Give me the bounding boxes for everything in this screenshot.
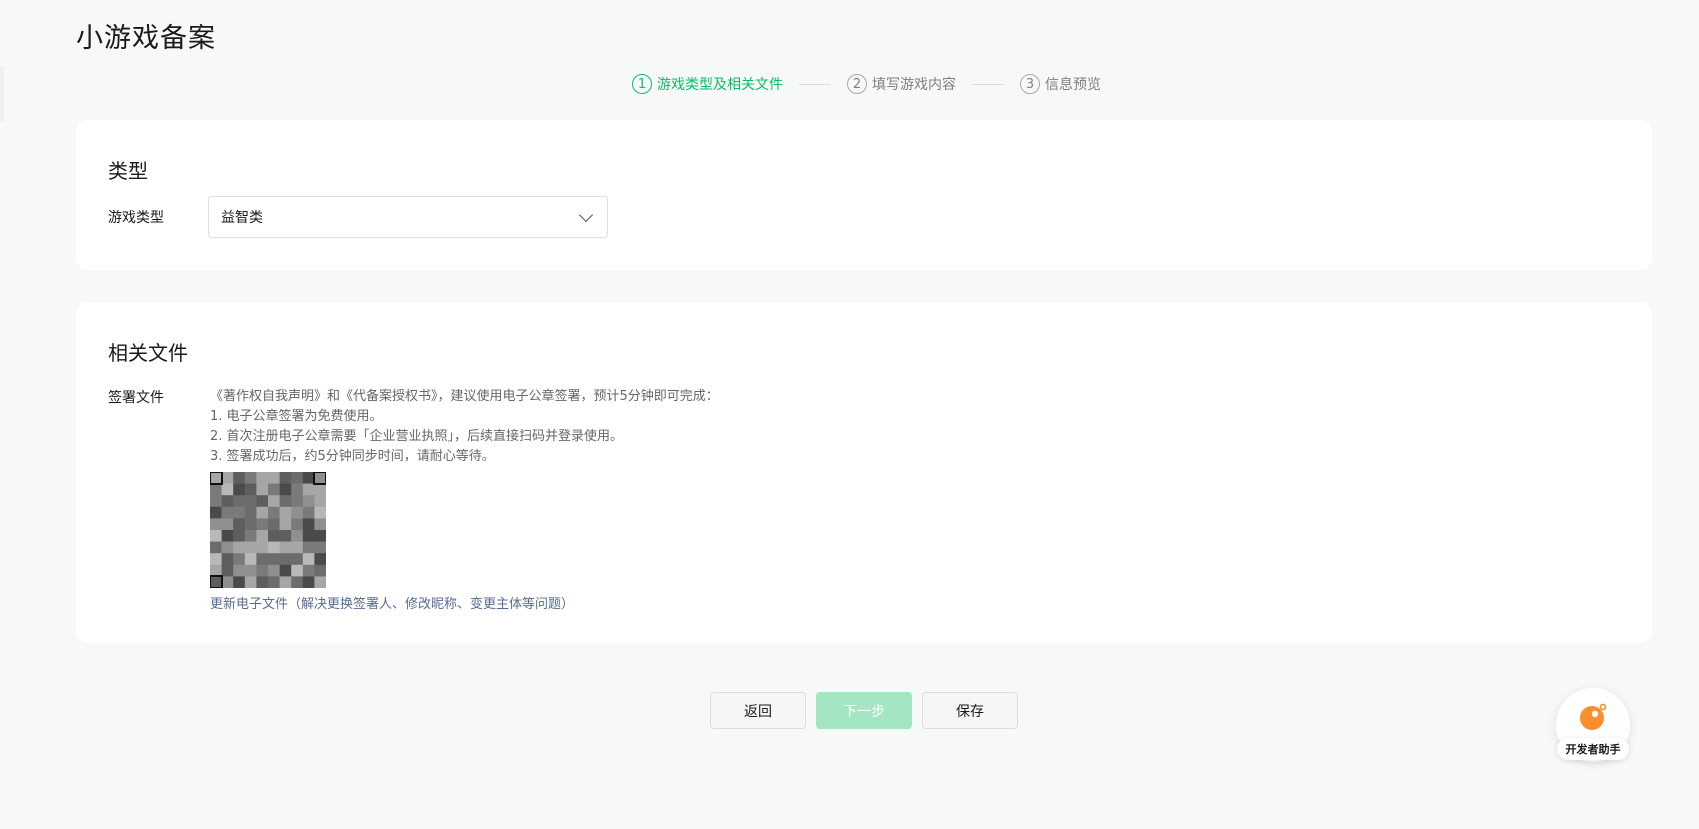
step-3-number: 3 [1020, 74, 1040, 94]
next-step-button[interactable]: 下一步 [816, 692, 912, 729]
description-line: 1. 电子公章签署为免费使用。 [210, 409, 383, 424]
step-indicator: 1 游戏类型及相关文件 2 填写游戏内容 3 信息预览 [632, 74, 1101, 94]
type-section-heading: 类型 [108, 159, 148, 183]
step-2: 2 填写游戏内容 [847, 74, 956, 94]
developer-assistant-label: 开发者助手 [1557, 738, 1629, 760]
step-1-number: 1 [632, 74, 652, 94]
files-section-heading: 相关文件 [108, 341, 188, 365]
step-1: 1 游戏类型及相关文件 [632, 74, 783, 94]
page-title: 小游戏备案 [76, 23, 216, 54]
game-type-value: 益智类 [221, 210, 263, 226]
step-2-label: 填写游戏内容 [872, 77, 956, 93]
step-connector [972, 83, 1004, 85]
developer-assistant-icon [1580, 703, 1607, 730]
chevron-down-icon [578, 207, 594, 222]
description-line: 2. 首次注册电子公章需要「企业营业执照」，后续直接扫码并登录使用。 [210, 429, 624, 444]
qr-code-icon [210, 472, 326, 588]
save-button[interactable]: 保存 [922, 692, 1018, 729]
back-button[interactable]: 返回 [710, 692, 806, 729]
step-2-number: 2 [847, 74, 867, 94]
signed-files-label: 签署文件 [108, 390, 164, 406]
step-1-label: 游戏类型及相关文件 [657, 77, 783, 93]
step-3: 3 信息预览 [1020, 74, 1101, 94]
sidebar-edge-marker [0, 67, 4, 121]
game-type-label: 游戏类型 [108, 210, 164, 226]
type-card: 类型 游戏类型 益智类 [76, 120, 1652, 270]
description-line: 3. 签署成功后，约5分钟同步时间，请耐心等待。 [210, 449, 495, 464]
step-connector [799, 83, 831, 85]
signed-files-description: 《著作权自我声明》和《代备案授权书》，建议使用电子公章签署，预计5分钟即可完成：… [210, 387, 719, 467]
files-card: 相关文件 签署文件 《著作权自我声明》和《代备案授权书》，建议使用电子公章签署，… [76, 302, 1652, 643]
update-files-link[interactable]: 更新电子文件（解决更换签署人、修改昵称、变更主体等问题） [210, 593, 574, 612]
step-3-label: 信息预览 [1045, 77, 1101, 93]
description-line: 《著作权自我声明》和《代备案授权书》，建议使用电子公章签署，预计5分钟即可完成： [210, 389, 719, 404]
game-type-select[interactable]: 益智类 [208, 196, 608, 238]
